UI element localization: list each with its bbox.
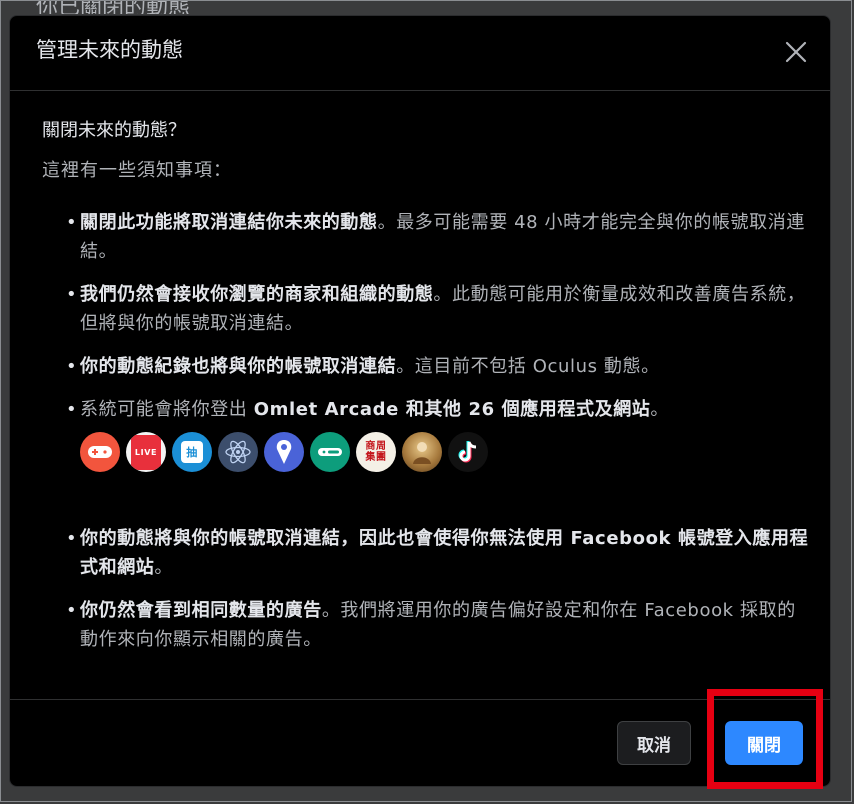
cancel-button[interactable]: 取消	[617, 721, 691, 765]
list-item: 你的動態將與你的帳號取消連結，因此也會使得你無法使用 Facebook 帳號登入…	[66, 524, 810, 582]
atom-app-icon	[218, 432, 258, 472]
close-icon	[785, 41, 807, 63]
dialog-title: 管理未來的動態	[36, 38, 183, 62]
intro-text: 這裡有一些須知事項：	[42, 160, 232, 181]
list-item: 我們仍然會接收你瀏覽的商家和組織的動態。此動態可能用於衡量成效和改善廣告系統，但…	[66, 280, 810, 338]
background-page-title: 你已關閉的動態	[36, 0, 191, 14]
list-item: 你仍然會看到相同數量的廣告。我們將運用你的廣告偏好設定和你在 Facebook …	[66, 596, 810, 654]
info-list: 關閉此功能將取消連結你未來的動態。最多可能需要 48 小時才能完全與你的帳號取消…	[40, 208, 810, 654]
dialog-body: 關閉未來的動態？ 這裡有一些須知事項： 關閉此功能將取消連結你未來的動態。最多可…	[40, 118, 810, 668]
confirm-turn-off-button[interactable]: 關閉	[725, 721, 803, 765]
list-item: 系統可能會將你登出 Omlet Arcade 和其他 26 個應用程式及網站。 …	[66, 395, 810, 472]
map-pin-app-icon	[264, 432, 304, 472]
live-camera-app-icon: LIVE	[126, 432, 166, 472]
game-character-app-icon	[402, 432, 442, 472]
dialog-footer: 取消 關閉	[10, 699, 830, 786]
manage-future-activity-dialog: 管理未來的動態 關閉未來的動態？ 這裡有一些須知事項： 關閉此功能將取消連結你未…	[9, 15, 831, 787]
tiktok-app-icon	[448, 432, 488, 472]
connected-apps-row: LIVE 抽 商周集團	[80, 432, 810, 472]
list-item: 關閉此功能將取消連結你未來的動態。最多可能需要 48 小時才能完全與你的帳號取消…	[66, 208, 810, 266]
gamepad-app-icon	[80, 432, 120, 472]
question-heading: 關閉未來的動態？	[42, 120, 186, 141]
list-item: 你的動態紀錄也將與你的帳號取消連結。這目前不包括 Oculus 動態。	[66, 352, 810, 381]
green-chat-app-icon	[310, 432, 350, 472]
business-news-app-icon: 商周集團	[356, 432, 396, 472]
close-button[interactable]	[780, 36, 812, 68]
dialog-header: 管理未來的動態	[10, 16, 830, 91]
lottery-app-icon: 抽	[172, 432, 212, 472]
